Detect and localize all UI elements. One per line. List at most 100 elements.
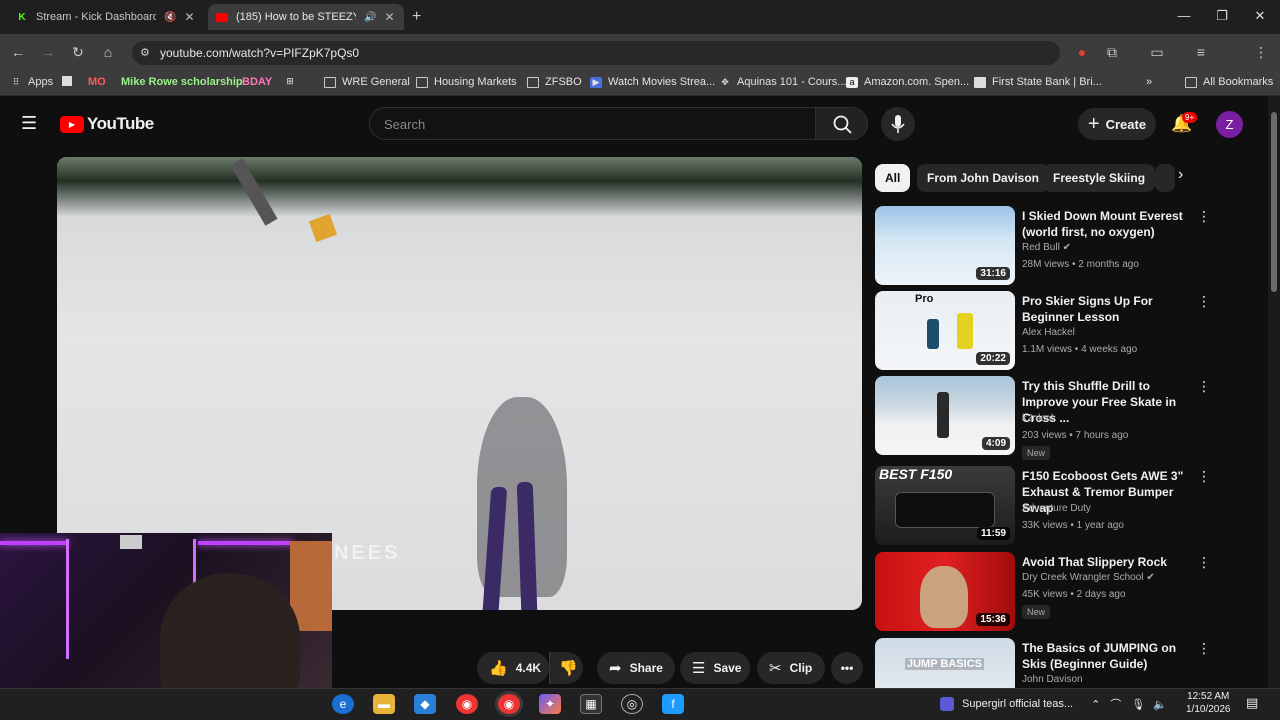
- microphone-tray-icon[interactable]: 🎙: [1131, 698, 1145, 711]
- reload-icon[interactable]: ↻: [69, 44, 87, 61]
- app-f-icon[interactable]: f: [662, 694, 684, 714]
- home-icon[interactable]: ⌂: [99, 44, 117, 60]
- extension-icon[interactable]: ●: [1073, 44, 1091, 60]
- recommended-video[interactable]: 4:09 Try this Shuffle Drill to Improve y…: [875, 376, 1270, 460]
- bookmark-watch-movies[interactable]: ▶ Watch Movies Strea...: [590, 76, 715, 88]
- video-thumbnail[interactable]: Pro 20:22: [875, 291, 1015, 370]
- like-button[interactable]: 👍 4.4K: [477, 652, 549, 684]
- bookmark-grid[interactable]: ⊞: [284, 76, 302, 87]
- bookmark-first-state-bank[interactable]: First State Bank | Bri...: [974, 76, 1102, 88]
- video-title[interactable]: Pro Skier Signs Up For Beginner Lesson: [1022, 293, 1192, 325]
- more-bookmarks-icon[interactable]: »: [1146, 76, 1152, 88]
- search-button[interactable]: [815, 107, 868, 140]
- video-options-icon[interactable]: ⋮: [1197, 378, 1211, 395]
- chip-truncated[interactable]: [1155, 164, 1175, 192]
- speaker-icon[interactable]: 🔊: [364, 12, 376, 23]
- bookmark-aquinas[interactable]: ✥ Aquinas 101 - Cours...: [719, 76, 846, 88]
- scrollbar-thumb[interactable]: [1271, 112, 1277, 292]
- close-tab-icon[interactable]: ✕: [384, 10, 394, 24]
- edge-icon[interactable]: e: [332, 694, 354, 714]
- clip-button[interactable]: ✂ Clip: [757, 652, 825, 684]
- side-panel-icon[interactable]: ▭: [1148, 44, 1166, 61]
- dislike-button[interactable]: 👎: [549, 652, 583, 684]
- chip-from-john-davison[interactable]: From John Davison: [917, 164, 1050, 192]
- system-clock[interactable]: 12:52 AM 1/10/2026: [1186, 690, 1231, 716]
- tab-kick-dashboard[interactable]: K Stream - Kick Dashboard 🔇 ✕: [8, 4, 204, 30]
- video-thumbnail[interactable]: 4:09: [875, 376, 1015, 455]
- video-options-icon[interactable]: ⋮: [1197, 640, 1211, 657]
- channel-name[interactable]: John Davison: [1022, 674, 1083, 685]
- volume-icon[interactable]: 🔈: [1153, 698, 1167, 711]
- video-thumbnail[interactable]: 15:36: [875, 552, 1015, 631]
- chevron-right-icon[interactable]: ›: [1178, 166, 1183, 184]
- channel-name[interactable]: Red Bull ✔: [1022, 242, 1071, 253]
- extensions-puzzle-icon[interactable]: ⧉: [1103, 44, 1121, 61]
- voice-search-button[interactable]: [881, 107, 915, 141]
- tab-youtube-video[interactable]: (185) How to be STEEZY on 🔊 ✕: [208, 4, 404, 30]
- recommended-video[interactable]: 15:36 Avoid That Slippery Rock Dry Creek…: [875, 552, 1270, 632]
- media-app-icon[interactable]: [940, 697, 954, 711]
- tray-chevron-icon[interactable]: ⌃: [1091, 698, 1100, 711]
- recommended-video[interactable]: Pro 20:22 Pro Skier Signs Up For Beginne…: [875, 291, 1270, 371]
- site-info-icon[interactable]: ⚙: [140, 46, 150, 59]
- forward-icon[interactable]: →: [39, 44, 57, 60]
- video-title[interactable]: I Skied Down Mount Everest (world first,…: [1022, 208, 1192, 240]
- minimize-icon[interactable]: —: [1174, 8, 1194, 23]
- save-button[interactable]: ☰ Save: [680, 652, 750, 684]
- recommended-video[interactable]: JUMP BASICS The Basics of JUMPING on Ski…: [875, 638, 1270, 688]
- search-input[interactable]: Search: [369, 107, 816, 140]
- notification-center-icon[interactable]: ▤: [1246, 695, 1258, 711]
- channel-name[interactable]: k2nlcol: [1022, 413, 1053, 424]
- maximize-icon[interactable]: ❐: [1212, 8, 1232, 24]
- hamburger-menu-icon[interactable]: ☰: [21, 113, 37, 134]
- bookmark-amazon[interactable]: a Amazon.com. Spen...: [846, 76, 969, 88]
- recommended-video[interactable]: 31:16 I Skied Down Mount Everest (world …: [875, 206, 1270, 286]
- url-text[interactable]: youtube.com/watch?v=PIFZpK7pQs0: [160, 46, 359, 60]
- file-explorer-icon[interactable]: ▬: [373, 694, 395, 714]
- bookmark-all-bookmarks[interactable]: All Bookmarks: [1185, 76, 1273, 88]
- video-options-icon[interactable]: ⋮: [1197, 208, 1211, 225]
- new-tab-button[interactable]: +: [412, 8, 421, 26]
- share-button[interactable]: ➦ Share: [597, 652, 675, 684]
- bookmark-housing-markets[interactable]: Housing Markets: [416, 76, 517, 88]
- close-window-icon[interactable]: ✕: [1250, 8, 1270, 24]
- chrome-active-icon[interactable]: ◉: [498, 694, 520, 714]
- video-thumbnail[interactable]: 31:16: [875, 206, 1015, 285]
- video-options-icon[interactable]: ⋮: [1197, 468, 1211, 485]
- more-actions-icon[interactable]: •••: [831, 652, 863, 684]
- video-title[interactable]: The Basics of JUMPING on Skis (Beginner …: [1022, 640, 1192, 672]
- bookmark-apps[interactable]: ⠿ Apps: [10, 76, 53, 88]
- chip-all[interactable]: All: [875, 164, 911, 192]
- copilot-icon[interactable]: ✦: [539, 694, 561, 714]
- app-icon[interactable]: ◆: [414, 694, 436, 714]
- chip-freestyle-skiing[interactable]: Freestyle Skiing: [1043, 164, 1156, 192]
- obs-icon[interactable]: ◎: [621, 694, 643, 714]
- youtube-logo[interactable]: ▶ YouTube: [60, 114, 154, 134]
- media-controls-icon[interactable]: ≡: [1192, 44, 1210, 60]
- channel-name[interactable]: Adventure Duty: [1022, 503, 1091, 514]
- bookmark-blank[interactable]: [62, 76, 78, 86]
- recommended-video[interactable]: BEST F150 11:59 F150 Ecoboost Gets AWE 3…: [875, 466, 1270, 546]
- wifi-icon[interactable]: ⌒: [1110, 696, 1121, 712]
- video-options-icon[interactable]: ⋮: [1197, 293, 1211, 310]
- video-thumbnail[interactable]: JUMP BASICS: [875, 638, 1015, 688]
- video-options-icon[interactable]: ⋮: [1197, 554, 1211, 571]
- create-button[interactable]: + Create: [1078, 108, 1156, 140]
- bookmark-wre-general[interactable]: WRE General: [324, 76, 410, 88]
- account-avatar[interactable]: Z: [1216, 111, 1243, 138]
- back-icon[interactable]: ←: [9, 44, 27, 60]
- channel-name[interactable]: Alex Hackel: [1022, 327, 1075, 338]
- bookmark-bday[interactable]: BDAY: [242, 76, 272, 88]
- bookmark-mo[interactable]: MO: [88, 76, 106, 88]
- video-thumbnail[interactable]: BEST F150 11:59: [875, 466, 1015, 545]
- bookmark-zfsbo[interactable]: ZFSBO: [527, 76, 582, 88]
- chrome-icon[interactable]: ◉: [456, 694, 478, 714]
- channel-name[interactable]: Dry Creek Wrangler School ✔: [1022, 572, 1155, 583]
- video-title[interactable]: Avoid That Slippery Rock: [1022, 554, 1192, 570]
- close-tab-icon[interactable]: ✕: [184, 10, 194, 24]
- bookmark-mike-rowe[interactable]: Mike Rowe scholarship: [121, 76, 243, 88]
- store-icon[interactable]: ▦: [580, 694, 602, 714]
- media-title[interactable]: Supergirl official teas...: [962, 698, 1073, 710]
- mute-icon[interactable]: 🔇: [164, 12, 176, 23]
- browser-menu-icon[interactable]: ⋮: [1252, 44, 1270, 61]
